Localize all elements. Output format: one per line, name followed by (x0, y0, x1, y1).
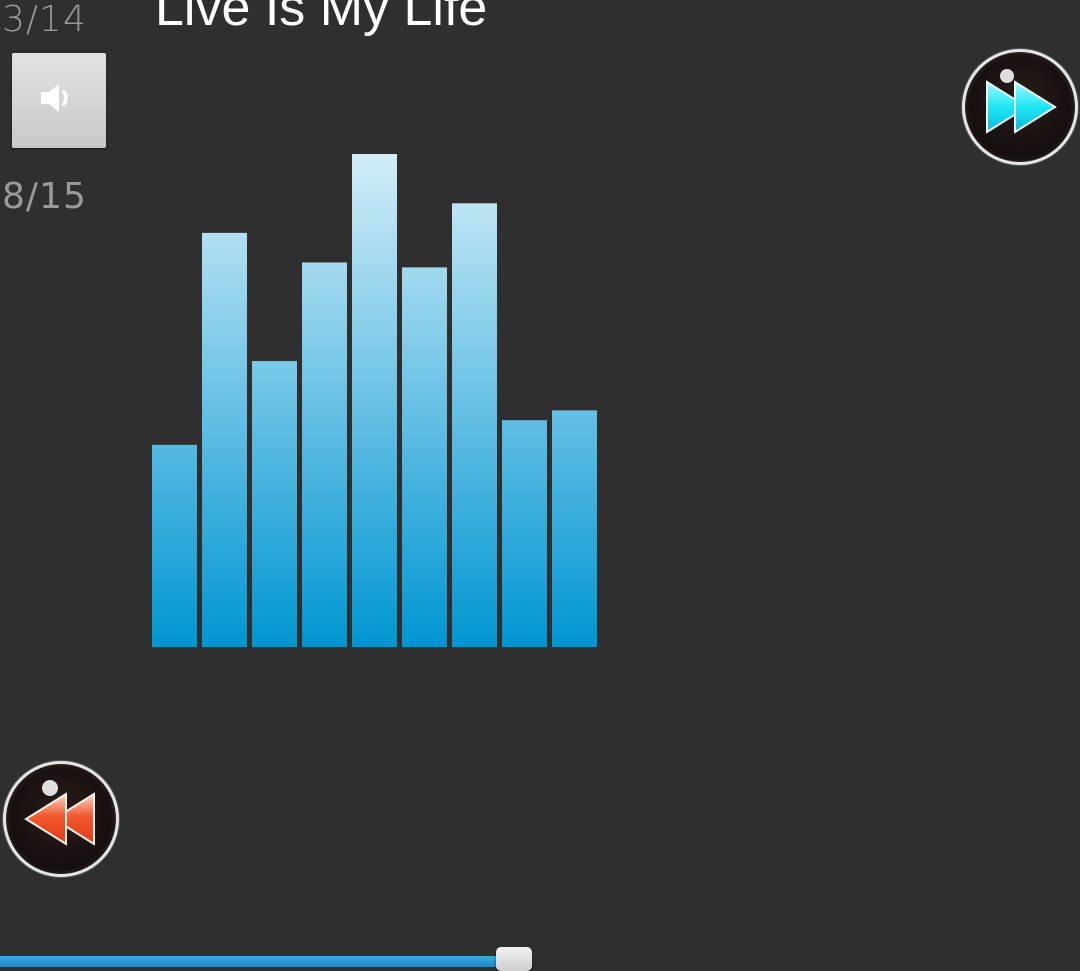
volume-level: 8/15 (2, 176, 87, 217)
visualizer-bar (302, 262, 347, 647)
seek-bar[interactable] (0, 947, 1080, 971)
song-title: Live Is My Life (155, 0, 488, 37)
volume-button[interactable] (12, 53, 106, 148)
visualizer-bar (502, 420, 547, 647)
visualizer-bar (202, 232, 247, 647)
track-counter: 3/14 (2, 0, 87, 40)
visualizer-bar (152, 444, 197, 647)
speaker-icon (37, 80, 81, 121)
visualizer-bar (402, 267, 447, 647)
next-track-button[interactable] (962, 49, 1078, 165)
previous-track-button[interactable] (3, 761, 119, 877)
audio-visualizer (152, 154, 597, 647)
seek-thumb[interactable] (496, 947, 532, 971)
visualizer-bar (452, 203, 497, 647)
visualizer-bar (552, 410, 597, 647)
seek-progress-fill (0, 956, 512, 967)
visualizer-bar (252, 361, 297, 647)
visualizer-bar (352, 154, 397, 647)
